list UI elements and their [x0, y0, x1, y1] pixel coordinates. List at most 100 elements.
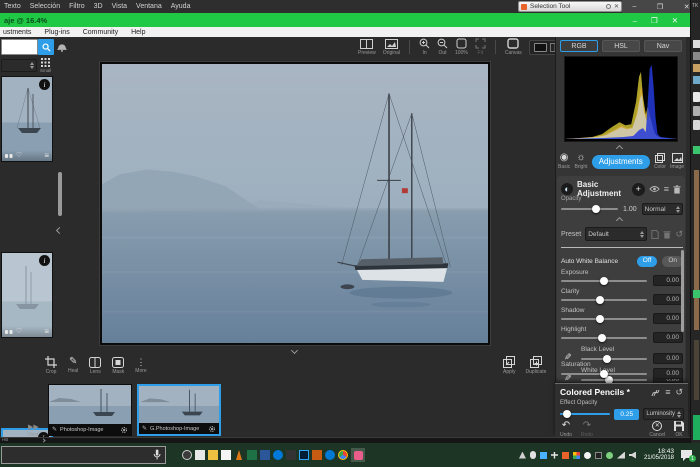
volume-icon[interactable] [629, 452, 636, 459]
add-adjustment-button[interactable]: + [632, 183, 645, 196]
awb-on-toggle[interactable]: On [662, 256, 683, 267]
thumbnail-size-toggle[interactable]: Small [40, 58, 51, 74]
gear-icon[interactable] [208, 425, 216, 433]
menu-adjustments[interactable]: ustments [3, 29, 31, 36]
tray-icon[interactable] [551, 452, 558, 459]
notification-bell-icon[interactable] [56, 40, 68, 52]
thumb-menu-icon[interactable]: ≡ [44, 328, 49, 336]
mail-icon[interactable] [195, 450, 205, 460]
mask-tool[interactable]: Mask [112, 357, 124, 375]
tray-icon[interactable] [562, 452, 569, 459]
code-app-icon[interactable] [286, 450, 296, 460]
exposure-value[interactable]: 0.00 [653, 275, 683, 286]
menu-plugins[interactable]: Plug-ins [44, 29, 69, 36]
adjustments-button[interactable]: Adjustments [592, 155, 650, 169]
tray-icon[interactable] [530, 451, 536, 459]
histogram[interactable] [564, 56, 678, 142]
zoom-in-button[interactable]: In [419, 38, 430, 56]
tab-rgb[interactable]: RGB [560, 40, 598, 52]
taskbar-clock[interactable]: 18:43 21/05/2018 [644, 448, 674, 463]
switch-basic[interactable]: ◉ Basic [558, 153, 570, 170]
word-icon[interactable] [260, 450, 270, 460]
panel-menu-icon[interactable]: ≡ [664, 185, 669, 194]
undo-button[interactable]: ↶ Undo [560, 421, 572, 438]
menu-vista[interactable]: Vista [112, 3, 127, 10]
menu-community[interactable]: Community [83, 29, 118, 36]
effect-opacity-slider[interactable] [560, 413, 610, 415]
plugin-titlebar[interactable]: aje @ 16.4% – ❒ ✕ [0, 13, 690, 27]
menu-texto[interactable]: Texto [4, 3, 21, 10]
vlc-icon[interactable] [234, 450, 244, 460]
minimize-icon[interactable]: – [632, 3, 636, 10]
browser-scrollbar[interactable] [58, 172, 62, 216]
lens-tool[interactable]: Lens [89, 357, 101, 375]
favorite-icon[interactable]: ♡ [16, 328, 22, 335]
active-app-icon[interactable] [351, 448, 365, 462]
maximize-icon[interactable]: ❒ [651, 16, 658, 25]
info-icon[interactable]: i [39, 255, 50, 266]
tray-icon[interactable] [606, 452, 613, 459]
highlight-value[interactable]: 0.00 [653, 332, 683, 343]
menu-ayuda[interactable]: Ayuda [171, 3, 191, 10]
edge-icon[interactable] [273, 450, 283, 460]
original-button[interactable]: Original [383, 39, 400, 56]
photo-thumbnail[interactable]: i ♡ ≡ [1, 252, 53, 338]
preview-button[interactable]: Preview [358, 39, 376, 56]
canvas-button[interactable]: Canvas [505, 38, 522, 56]
tray-icon[interactable] [595, 452, 602, 459]
eye-app-icon[interactable] [182, 450, 192, 460]
shadow-value[interactable]: 0.00 [653, 313, 683, 324]
menu-3d[interactable]: 3D [94, 3, 103, 10]
rating-icon[interactable] [5, 329, 13, 335]
collapse-icon[interactable] [606, 4, 611, 9]
eyedropper-icon[interactable]: ✎ [562, 353, 571, 361]
tray-icon[interactable] [584, 452, 591, 459]
close-icon[interactable]: ✕ [672, 16, 678, 25]
menu-ventana[interactable]: Ventana [136, 3, 162, 10]
preset-dropdown[interactable]: Default [585, 227, 647, 241]
redo-button[interactable]: ↷ Redo [581, 421, 593, 438]
gear-icon[interactable] [120, 426, 128, 434]
duplicate-button[interactable]: Duplicate [526, 356, 547, 375]
heal-tool[interactable]: ✎ Heal [68, 357, 78, 374]
chrome-icon[interactable] [338, 450, 348, 460]
rating-icon[interactable] [5, 153, 13, 159]
tray-icon[interactable] [573, 452, 580, 459]
photo-thumbnail[interactable]: i ♡ ≡ [1, 76, 53, 162]
reset-preset-icon[interactable]: ↺ [675, 230, 683, 239]
highlight-slider[interactable] [561, 337, 647, 339]
file-explorer-icon[interactable] [208, 450, 218, 460]
clarity-slider[interactable] [561, 299, 647, 301]
next-button[interactable]: ▶▶ Next [28, 424, 39, 438]
sort-dropdown[interactable] [1, 59, 37, 72]
filmstrip-thumb-selected[interactable]: ✎ G.Photoshop-Image [137, 384, 221, 436]
opacity-slider[interactable] [561, 208, 618, 210]
search-button[interactable] [38, 39, 54, 55]
save-preset-icon[interactable] [651, 230, 659, 239]
maximize-icon[interactable]: ❒ [657, 3, 663, 11]
apply-button[interactable]: Apply [503, 356, 516, 375]
close-icon[interactable]: ✕ [684, 3, 690, 11]
effect-opacity-value[interactable]: 0.25 [614, 409, 639, 420]
tab-hsl[interactable]: HSL [602, 40, 640, 52]
awb-off-toggle[interactable]: Off [637, 256, 658, 267]
tab-nav[interactable]: Nav [644, 40, 682, 52]
black-level-slider[interactable] [581, 358, 647, 360]
minimize-icon[interactable]: – [633, 16, 637, 25]
menu-filtro[interactable]: Filtro [69, 3, 85, 10]
excel-icon[interactable] [247, 450, 257, 460]
menu-help[interactable]: Help [131, 29, 145, 36]
saturation-slider[interactable] [561, 373, 647, 375]
zoom-100-button[interactable]: 100% [455, 38, 468, 56]
microphone-icon[interactable] [153, 449, 161, 461]
thumb-menu-icon[interactable]: ≡ [44, 152, 49, 160]
exposure-slider[interactable] [561, 280, 647, 282]
delete-icon[interactable] [673, 185, 681, 194]
action-center[interactable]: 1 [680, 448, 696, 462]
photoshop-icon[interactable] [299, 450, 309, 460]
info-icon[interactable]: i [39, 79, 50, 90]
saturation-value[interactable]: 0.00 [653, 368, 683, 379]
blend-mode-dropdown[interactable]: Normal [642, 203, 683, 215]
switch-bright[interactable]: ☼ Bright [574, 153, 587, 170]
filmstrip-thumb[interactable]: ✎ Photoshop-Image [48, 384, 132, 436]
